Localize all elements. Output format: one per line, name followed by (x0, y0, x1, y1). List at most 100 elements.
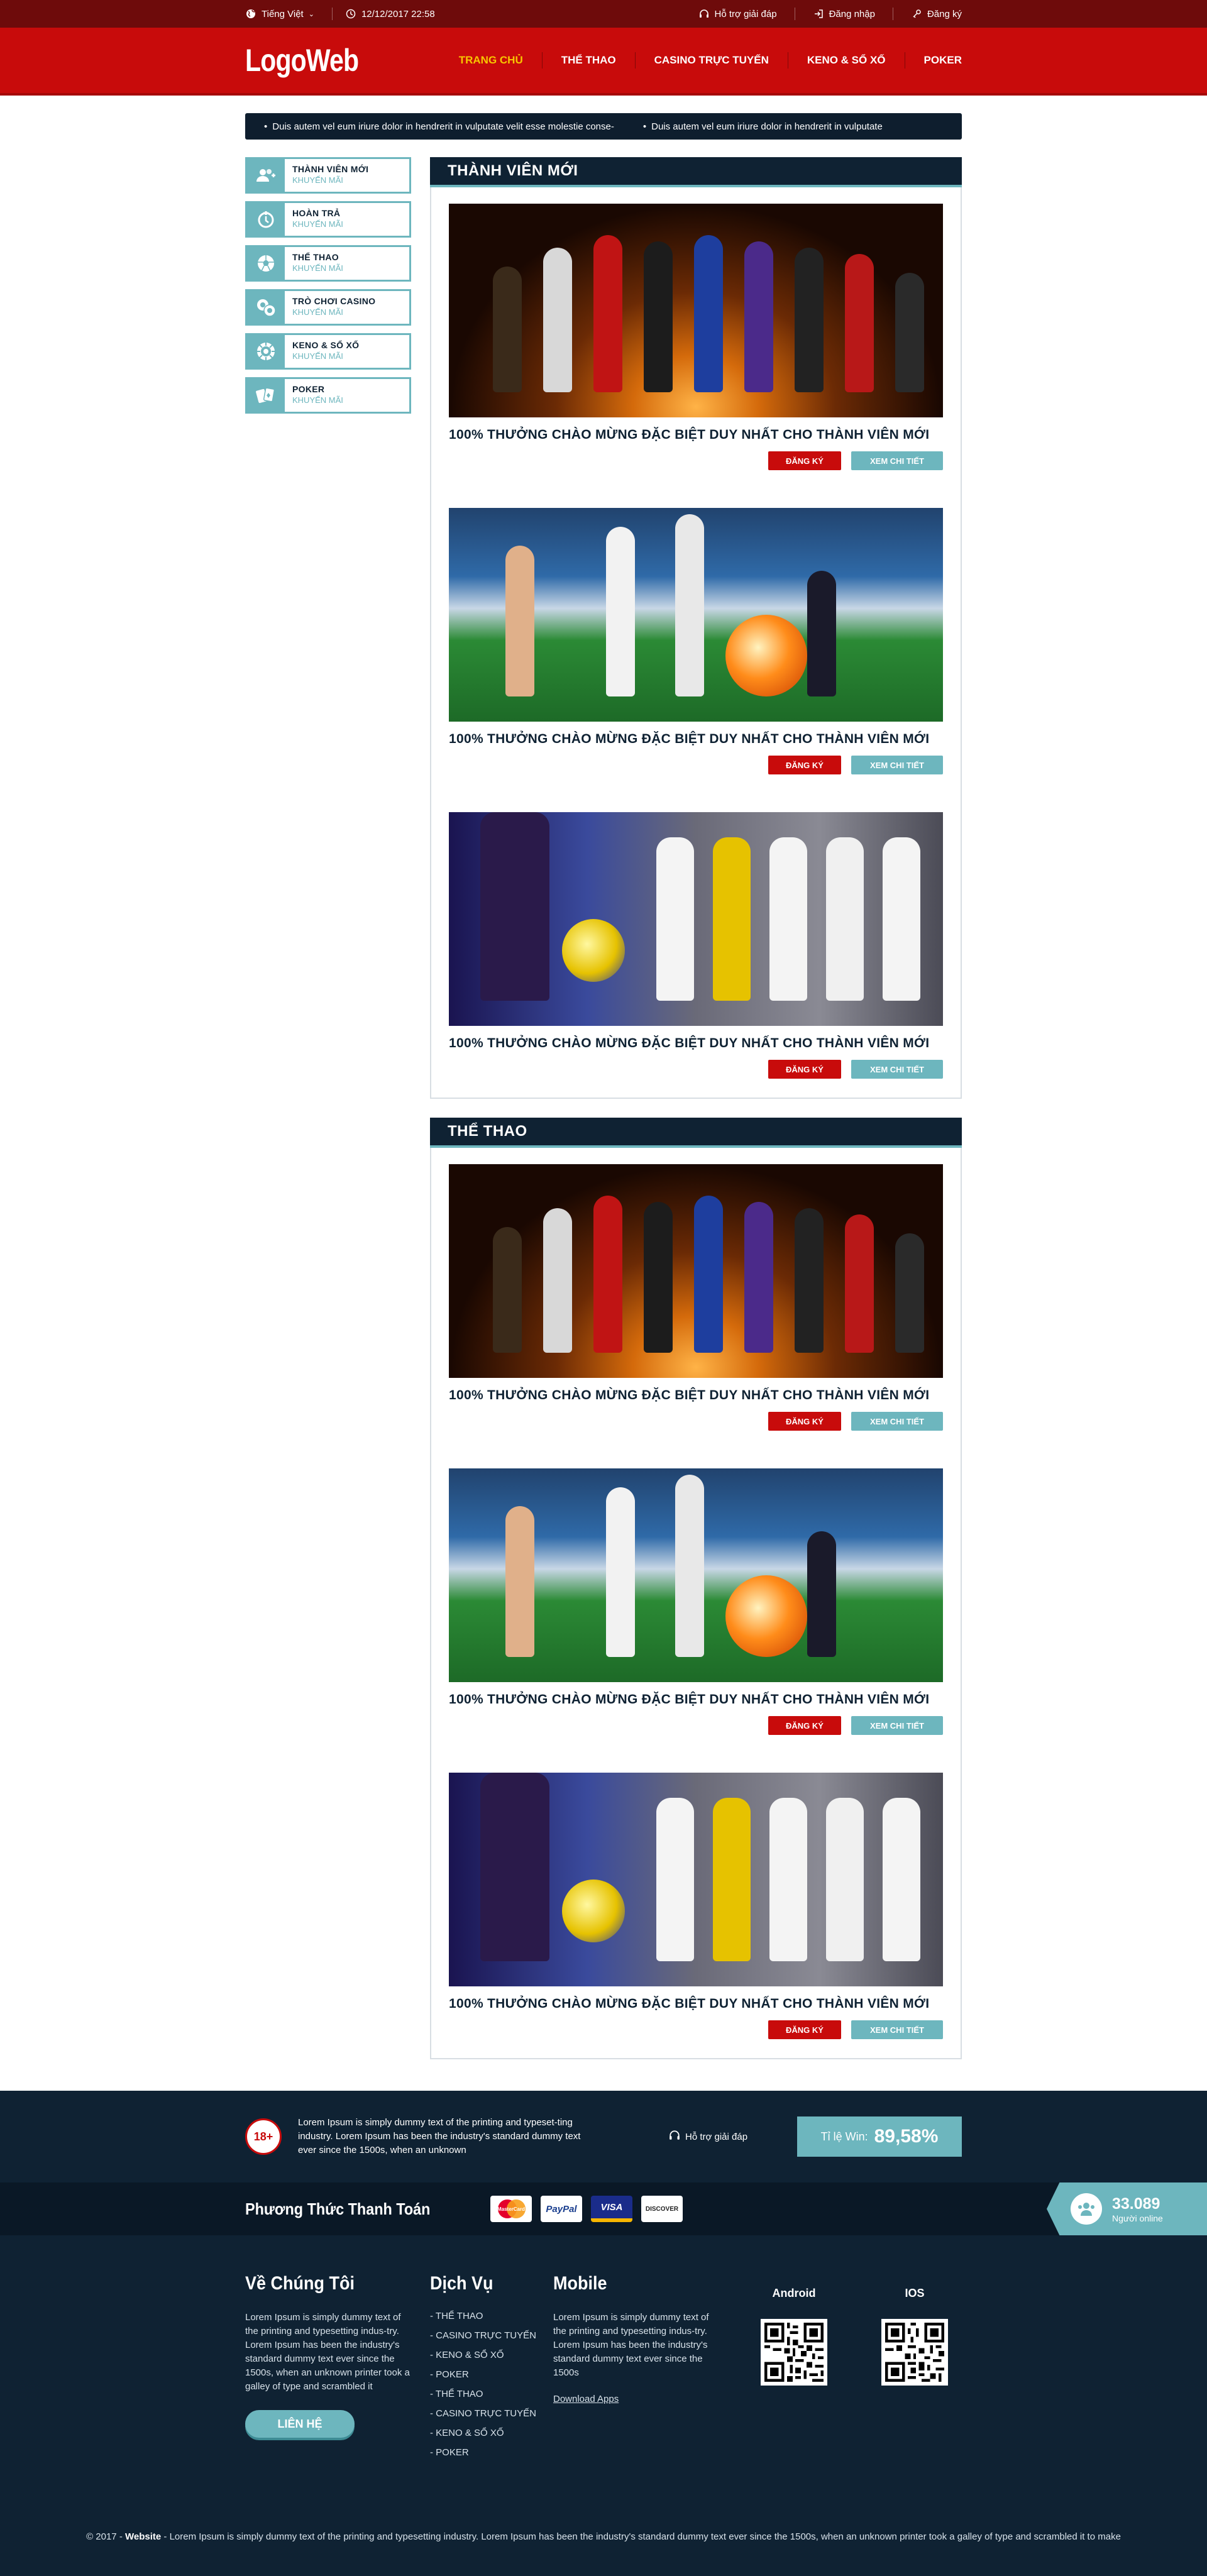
casino-chips-icon (247, 291, 285, 324)
promo-banner-image[interactable] (449, 1468, 943, 1682)
footer-service-link[interactable]: POKER (430, 2447, 553, 2458)
sidebar-item-keno[interactable]: KENO & SỔ XỐ KHUYẾN MÃI (245, 333, 411, 370)
promo-content: THÀNH VIÊN MỚI 100% THƯỞNG CHÀO MỪNG ĐẶC… (430, 157, 962, 2078)
footer-service-link[interactable]: CASINO TRỰC TUYẾN (430, 2408, 553, 2419)
footer-about: Về Chúng Tôi Lorem Ipsum is simply dummy… (245, 2273, 410, 2467)
globe-icon (245, 8, 256, 19)
playing-cards-icon (247, 379, 285, 412)
footer-support-link[interactable]: Hỗ trợ giải đáp (669, 2130, 747, 2144)
promo-sidebar: THÀNH VIÊN MỚI KHUYẾN MÃI HOÀN TRẢ KHUYẾN … (245, 157, 411, 2078)
register-button[interactable]: ĐĂNG KÝ (768, 1412, 841, 1431)
language-selector[interactable]: Tiếng Việt ⌄ (245, 8, 314, 19)
promo-banner-image[interactable] (449, 1773, 943, 1986)
android-qr-code[interactable] (761, 2319, 827, 2386)
header: LogoWeb TRANG CHỦ THỂ THAO CASINO TRỰC T… (0, 28, 1207, 96)
online-count: 33.089 (1112, 2194, 1160, 2213)
ios-download: IOS (881, 2287, 948, 2467)
visa-logo: VISA (591, 2196, 632, 2222)
details-button[interactable]: XEM CHI TIẾT (851, 2020, 943, 2039)
sidebar-item-title: KENO & SỔ XỐ (292, 340, 360, 350)
footer-main: Về Chúng Tôi Lorem Ipsum is simply dummy… (0, 2235, 1207, 2576)
news-ticker: Duis autem vel eum iriure dolor in hendr… (245, 113, 962, 140)
divider (331, 8, 333, 20)
site-logo[interactable]: LogoWeb (245, 42, 359, 79)
online-users-box: 33.089 Người online (1047, 2182, 1207, 2235)
promo-banner-image[interactable] (449, 812, 943, 1026)
promo-banner-image[interactable] (449, 508, 943, 722)
app-qr-codes: Android IOS (761, 2287, 948, 2467)
clock-icon (345, 8, 356, 19)
support-link[interactable]: Hỗ trợ giải đáp (698, 8, 777, 19)
lottery-icon (247, 335, 285, 368)
details-button[interactable]: XEM CHI TIẾT (851, 756, 943, 774)
copyright-site[interactable]: Website (125, 2531, 161, 2542)
nav-poker[interactable]: POKER (905, 48, 962, 73)
promo-banner-image[interactable] (449, 204, 943, 417)
sidebar-item-subtitle: KHUYẾN MÃI (292, 219, 343, 229)
nav-home[interactable]: TRANG CHỦ (440, 48, 542, 73)
sidebar-item-title: THÀNH VIÊN MỚI (292, 164, 369, 174)
promo-card: 100% THƯỞNG CHÀO MỪNG ĐẶC BIỆT DUY NHẤT … (449, 1468, 943, 1735)
top-bar: Tiếng Việt ⌄ 12/12/2017 22:58 Hỗ trợ giả… (0, 0, 1207, 28)
sidebar-item-poker[interactable]: POKER KHUYẾN MÃI (245, 377, 411, 414)
register-button[interactable]: ĐĂNG KÝ (768, 2020, 841, 2039)
ticker-item[interactable]: Duis autem vel eum iriure dolor in hendr… (643, 121, 883, 132)
sidebar-item-title: TRÒ CHƠI CASINO (292, 296, 376, 306)
contact-button[interactable]: LIÊN HỆ (245, 2410, 355, 2438)
group-icon (1071, 2193, 1102, 2225)
promo-card: 100% THƯỞNG CHÀO MỪNG ĐẶC BIỆT DUY NHẤT … (449, 1773, 943, 2039)
download-apps-link[interactable]: Download Apps (553, 2394, 619, 2404)
details-button[interactable]: XEM CHI TIẾT (851, 1412, 943, 1431)
register-button[interactable]: ĐĂNG KÝ (768, 1716, 841, 1735)
promo-title: 100% THƯỞNG CHÀO MỪNG ĐẶC BIỆT DUY NHẤT … (449, 1036, 930, 1050)
promo-title: 100% THƯỞNG CHÀO MỪNG ĐẶC BIỆT DUY NHẤT … (449, 732, 930, 746)
footer-about-text: Lorem Ipsum is simply dummy text of the … (245, 2312, 410, 2392)
nav-casino[interactable]: CASINO TRỰC TUYẾN (636, 48, 788, 73)
sidebar-item-subtitle: KHUYẾN MÃI (292, 351, 343, 361)
ticker-item[interactable]: Duis autem vel eum iriure dolor in hendr… (264, 121, 614, 132)
footer-service-link[interactable]: THỂ THAO (430, 2311, 553, 2321)
promo-title: 100% THƯỞNG CHÀO MỪNG ĐẶC BIỆT DUY NHẤT … (449, 1996, 930, 2011)
footer-mobile-title: Mobile (553, 2273, 607, 2294)
promo-banner-image[interactable] (449, 1164, 943, 1378)
footer-service-link[interactable]: KENO & SỔ XỐ (430, 2350, 553, 2360)
payment-label: MasterCard (497, 2206, 525, 2212)
footer-service-link[interactable]: POKER (430, 2369, 553, 2380)
support-label: Hỗ trợ giải đáp (714, 8, 777, 19)
copyright: © 2017 - Website - Lorem Ipsum is simply… (0, 2529, 1207, 2545)
sidebar-item-refund[interactable]: HOÀN TRẢ KHUYẾN MÃI (245, 201, 411, 238)
footer-service-link[interactable]: CASINO TRỰC TUYẾN (430, 2330, 553, 2341)
details-button[interactable]: XEM CHI TIẾT (851, 451, 943, 470)
promo-title: 100% THƯỞNG CHÀO MỪNG ĐẶC BIỆT DUY NHẤT … (449, 427, 930, 442)
ios-label: IOS (905, 2287, 925, 2299)
details-button[interactable]: XEM CHI TIẾT (851, 1060, 943, 1079)
promo-card: 100% THƯỞNG CHÀO MỪNG ĐẶC BIỆT DUY NHẤT … (449, 1164, 943, 1431)
refund-icon (247, 203, 285, 236)
register-button[interactable]: ĐĂNG KÝ (768, 451, 841, 470)
register-label: Đăng ký (927, 8, 962, 19)
sidebar-item-new-members[interactable]: THÀNH VIÊN MỚI KHUYẾN MÃI (245, 157, 411, 194)
chevron-down-icon: ⌄ (308, 10, 314, 18)
section-title: THÀNH VIÊN MỚI (430, 157, 962, 187)
win-rate-box: Tỉ lệ Win: 89,58% (797, 2116, 962, 2157)
details-button[interactable]: XEM CHI TIẾT (851, 1716, 943, 1735)
copyright-prefix: © 2017 - (86, 2531, 125, 2542)
register-link[interactable]: Đăng ký (911, 8, 962, 19)
footer-mobile: Mobile Lorem Ipsum is simply dummy text … (553, 2273, 723, 2467)
login-link[interactable]: Đăng nhập (813, 8, 875, 19)
register-button[interactable]: ĐĂNG KÝ (768, 756, 841, 774)
ios-qr-code[interactable] (881, 2319, 948, 2386)
register-button[interactable]: ĐĂNG KÝ (768, 1060, 841, 1079)
footer-service-link[interactable]: KENO & SỔ XỐ (430, 2428, 553, 2438)
login-label: Đăng nhập (829, 8, 875, 19)
sidebar-item-casino[interactable]: TRÒ CHƠI CASINO KHUYẾN MÃI (245, 289, 411, 326)
online-label: Người online (1112, 2213, 1163, 2223)
nav-sports[interactable]: THỂ THAO (543, 48, 635, 73)
sidebar-item-sports[interactable]: THỂ THAO KHUYẾN MÃI (245, 245, 411, 282)
support-label: Hỗ trợ giải đáp (685, 2131, 748, 2142)
footer-about-title: Về Chúng Tôi (245, 2273, 355, 2294)
users-plus-icon (247, 159, 285, 192)
sidebar-item-subtitle: KHUYẾN MÃI (292, 307, 343, 317)
footer-service-link[interactable]: THỂ THAO (430, 2389, 553, 2399)
nav-keno[interactable]: KENO & SỔ XỐ (788, 48, 905, 73)
